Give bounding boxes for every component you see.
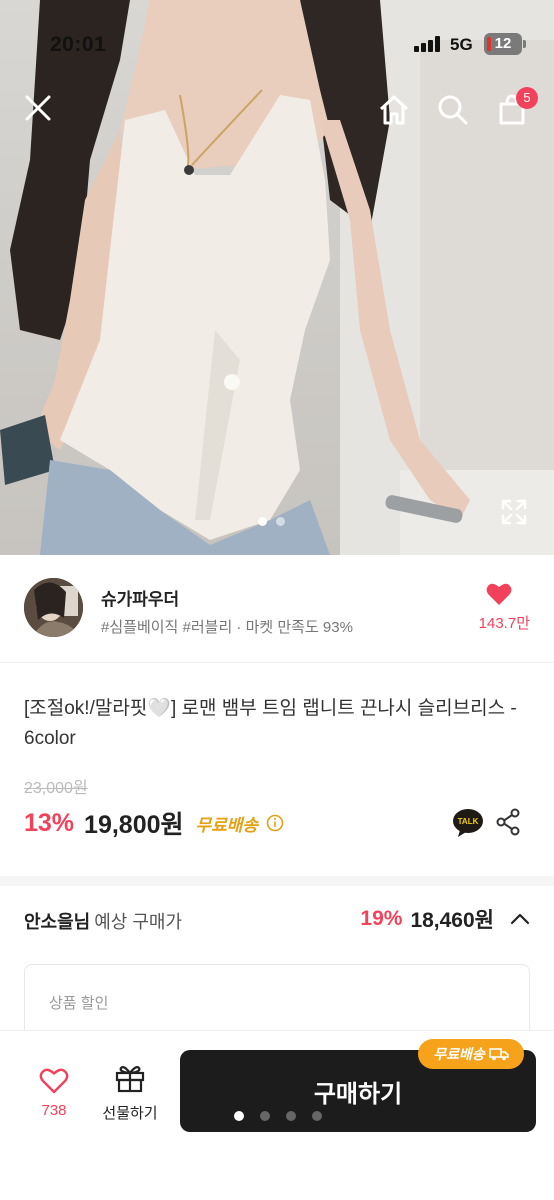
product-image[interactable]: 20:01 5G 12 5 <box>0 0 554 555</box>
seller-section[interactable]: 슈가파우더 #심플베이직 #러블리 · 마켓 만족도 93% <box>0 555 554 663</box>
seller-name[interactable]: 슈가파우더 <box>101 585 179 610</box>
info-icon[interactable] <box>266 814 284 832</box>
battery-icon: 12 <box>484 33 526 55</box>
gift-button[interactable]: 선물하기 <box>98 1063 162 1123</box>
expected-price-caption: 예상 구매가 <box>94 912 183 932</box>
price-row: 13% 19,800원 무료배송 <box>24 804 284 842</box>
expected-discount: 19% <box>360 907 403 930</box>
status-bar: 20:01 5G 12 <box>0 0 554 90</box>
heart-outline-icon <box>39 1068 69 1094</box>
seller-tags: #심플베이직 #러블리 · 마켓 만족도 93% <box>101 619 353 636</box>
page-indicator-dot <box>234 1111 244 1121</box>
page-indicator-dot <box>260 1111 270 1121</box>
page-indicator-dot <box>286 1111 296 1121</box>
free-shipping-badge: 무료배송 <box>418 1039 524 1069</box>
sale-price: 19,800원 <box>84 811 184 839</box>
discount-rate: 13% <box>24 808 75 837</box>
network-type: 5G <box>450 35 473 54</box>
expand-icon <box>501 499 527 525</box>
user-name: 안소을님 <box>24 912 91 932</box>
image-pager-dot[interactable] <box>276 517 285 526</box>
free-shipping-badge-label: 무료배송 <box>433 1046 485 1062</box>
expand-button[interactable] <box>494 492 534 532</box>
seller-avatar[interactable] <box>24 578 83 637</box>
seller-like-count: 143.7만 <box>478 615 530 632</box>
search-button[interactable] <box>433 90 473 130</box>
talk-icon: TALK <box>453 809 483 837</box>
image-pager[interactable] <box>258 517 285 526</box>
kakao-talk-button[interactable]: TALK <box>452 808 484 843</box>
image-pager-dot[interactable] <box>258 517 267 526</box>
original-price: 23,000원 <box>24 780 88 797</box>
wish-button[interactable]: 738 <box>34 1067 74 1119</box>
home-icon <box>379 95 409 125</box>
expected-price-toggle[interactable]: 19% 18,460원 <box>360 904 530 934</box>
svg-text:TALK: TALK <box>458 817 479 826</box>
bottom-action-bar: 738 선물하기 구매하기 무료배송 <box>0 1030 554 1200</box>
heart-filled-icon <box>486 583 512 605</box>
gift-label: 선물하기 <box>102 1105 158 1122</box>
wish-count: 738 <box>41 1102 67 1119</box>
close-button[interactable] <box>18 88 58 128</box>
chevron-up-icon[interactable] <box>510 913 530 925</box>
free-shipping-label: 무료배송 <box>195 815 259 835</box>
avatar-image <box>24 578 83 637</box>
gift-icon <box>115 1066 145 1093</box>
expected-price: 18,460원 <box>410 909 494 932</box>
product-discount-label: 상품 할인 <box>49 995 109 1012</box>
home-button[interactable] <box>374 90 414 130</box>
share-button[interactable] <box>495 808 521 841</box>
cart-count-badge: 5 <box>516 87 538 109</box>
status-time: 20:01 <box>50 33 107 56</box>
product-title: [조절ok!/말라핏🤍] 로맨 뱀부 트임 랩니트 끈나시 슬리브리스 - 6c… <box>24 698 517 749</box>
page-indicator-dot <box>312 1111 322 1121</box>
search-icon <box>438 95 468 125</box>
close-icon <box>25 95 51 121</box>
expected-price-label: 안소을님 예상 구매가 <box>24 908 182 934</box>
section-divider <box>0 876 554 886</box>
page-indicator <box>234 1111 322 1121</box>
truck-icon <box>488 1048 509 1061</box>
seller-like-button[interactable] <box>486 582 512 611</box>
share-icon <box>496 808 520 836</box>
signal-icon <box>414 36 442 52</box>
